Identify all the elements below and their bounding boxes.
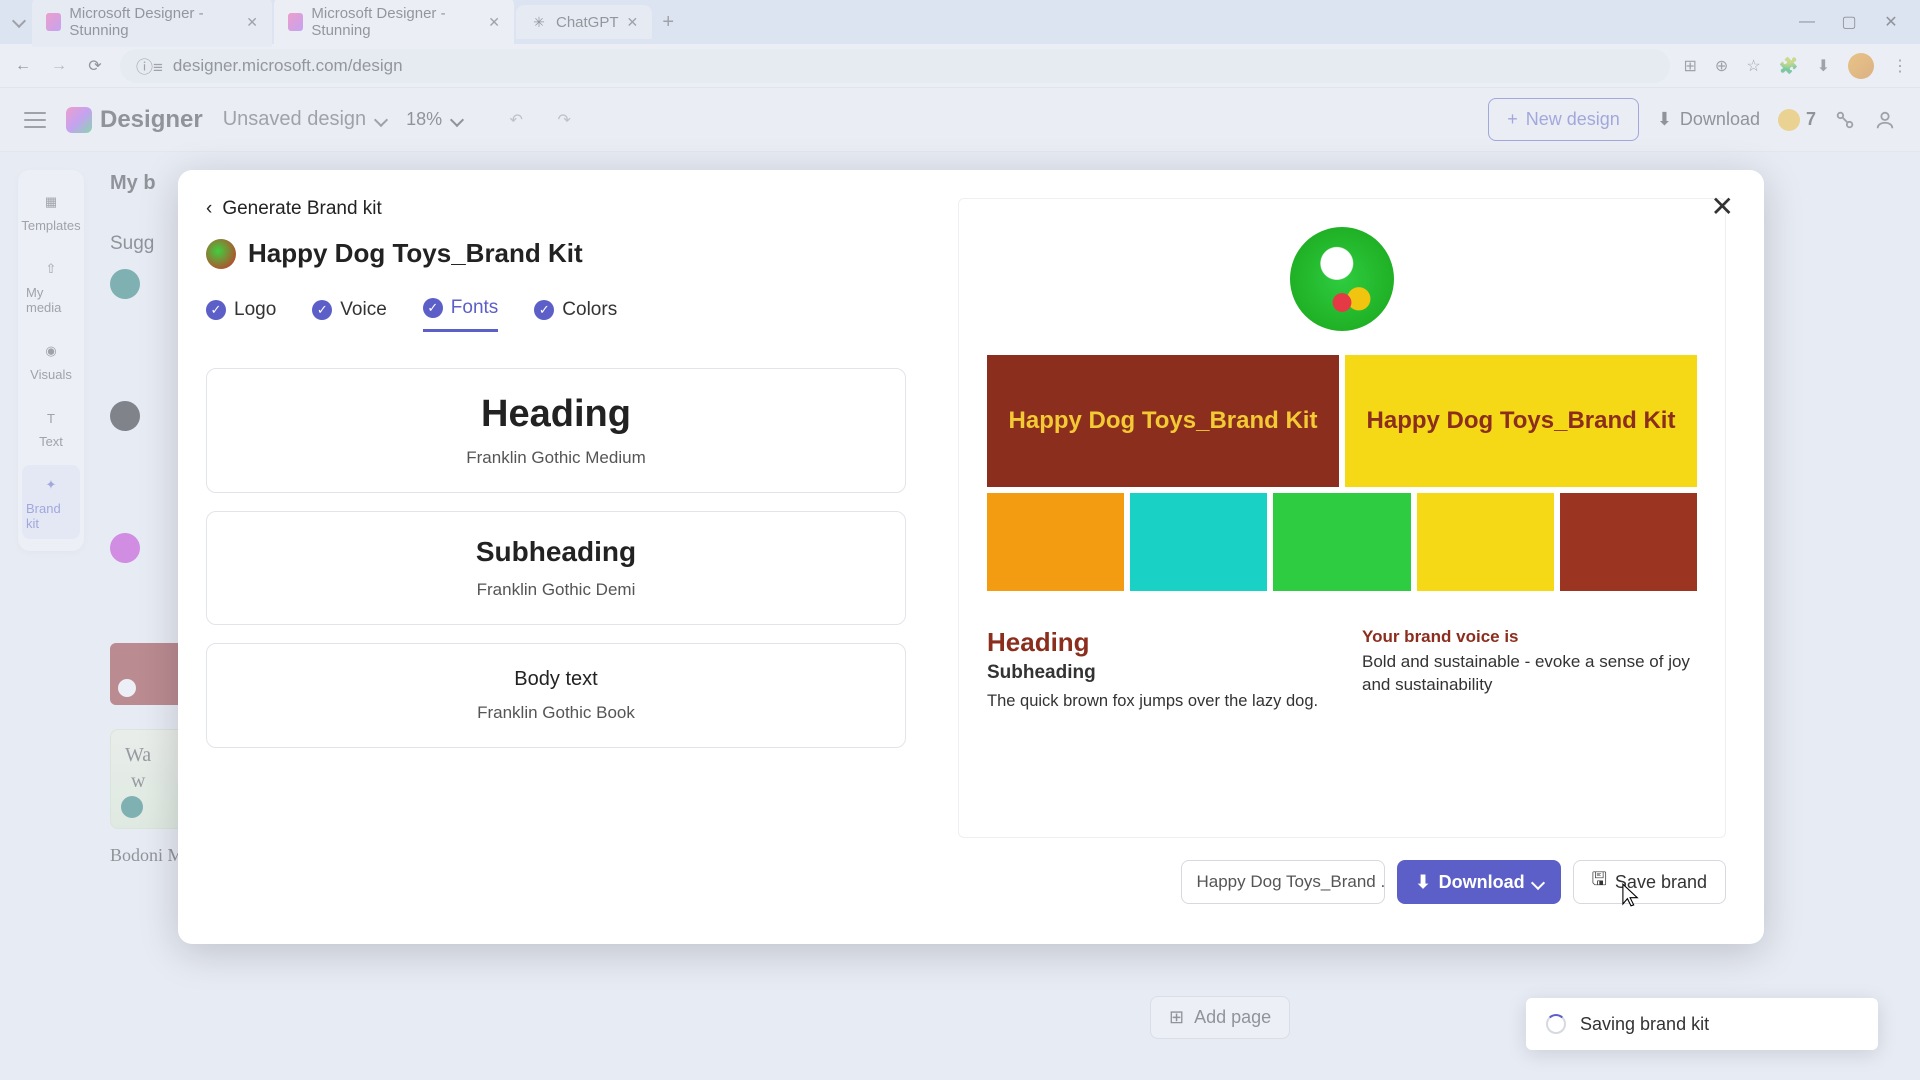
save-brand-button[interactable]: 🖫 Save brand: [1573, 860, 1726, 904]
font-name: Franklin Gothic Book: [231, 703, 881, 723]
font-card-body[interactable]: Body text Franklin Gothic Book: [206, 643, 906, 748]
download-icon: ⬇: [1415, 872, 1430, 893]
palette-swatch: [1130, 493, 1267, 591]
modal-right-panel: ✕ Happy Dog Toys_Brand Kit Happy Dog Toy…: [948, 170, 1764, 944]
back-label: Generate Brand kit: [222, 198, 381, 220]
tab-fonts[interactable]: ✓ Fonts: [423, 297, 499, 332]
hero-block-yellow: Happy Dog Toys_Brand Kit: [1345, 355, 1697, 487]
tab-colors[interactable]: ✓ Colors: [534, 297, 617, 332]
check-icon: ✓: [534, 300, 554, 320]
specimen-body: The quick brown fox jumps over the lazy …: [987, 690, 1322, 712]
font-card-subheading[interactable]: Subheading Franklin Gothic Demi: [206, 511, 906, 625]
color-palette: [987, 493, 1697, 591]
font-card-heading[interactable]: Heading Franklin Gothic Medium: [206, 368, 906, 493]
font-name: Franklin Gothic Demi: [231, 580, 881, 600]
tab-label: Logo: [234, 299, 276, 321]
brand-name-input[interactable]: Happy Dog Toys_Brand ...: [1181, 860, 1385, 904]
toast-text: Saving brand kit: [1580, 1014, 1709, 1035]
font-sample: Body text: [231, 668, 881, 691]
brand-name-value: Happy Dog Toys_Brand ...: [1196, 872, 1385, 892]
palette-swatch: [1417, 493, 1554, 591]
download-button[interactable]: ⬇ Download: [1397, 860, 1560, 904]
font-sample: Heading: [231, 393, 881, 436]
palette-swatch: [987, 493, 1124, 591]
modal-left-panel: ‹ Generate Brand kit Happy Dog Toys_Bran…: [178, 170, 948, 944]
tab-logo[interactable]: ✓ Logo: [206, 297, 276, 332]
cursor-icon: [1622, 883, 1640, 907]
hero-block-maroon: Happy Dog Toys_Brand Kit: [987, 355, 1339, 487]
check-icon: ✓: [206, 300, 226, 320]
modal-action-row: Happy Dog Toys_Brand ... ⬇ Download 🖫 Sa…: [958, 860, 1726, 904]
brand-logo-small-icon: [206, 239, 236, 269]
voice-specimen: Your brand voice is Bold and sustainable…: [1362, 627, 1697, 712]
palette-swatch: [1273, 493, 1410, 591]
brand-logo-preview-icon: [1290, 227, 1394, 331]
type-specimen: Heading Subheading The quick brown fox j…: [987, 627, 1322, 712]
save-icon: 🖫: [1592, 867, 1607, 897]
brand-preview: Happy Dog Toys_Brand Kit Happy Dog Toys_…: [958, 198, 1726, 838]
specimen-subheading: Subheading: [987, 662, 1322, 684]
saving-toast: Saving brand kit: [1526, 998, 1878, 1050]
specimen-heading: Heading: [987, 627, 1322, 658]
check-icon: ✓: [423, 298, 443, 318]
close-modal-button[interactable]: ✕: [1711, 190, 1734, 223]
download-label: Download: [1439, 872, 1525, 893]
back-button[interactable]: ‹ Generate Brand kit: [206, 198, 906, 220]
palette-swatch: [1560, 493, 1697, 591]
chevron-left-icon: ‹: [206, 198, 212, 220]
voice-title: Your brand voice is: [1362, 627, 1697, 647]
voice-description: Bold and sustainable - evoke a sense of …: [1362, 651, 1697, 697]
tab-label: Fonts: [451, 297, 499, 319]
font-sample: Subheading: [231, 536, 881, 568]
brand-kit-title: Happy Dog Toys_Brand Kit: [248, 238, 583, 269]
tab-voice[interactable]: ✓ Voice: [312, 297, 386, 332]
tab-label: Colors: [562, 299, 617, 321]
hero-text: Happy Dog Toys_Brand Kit: [1367, 407, 1676, 435]
brand-kit-modal: ‹ Generate Brand kit Happy Dog Toys_Bran…: [178, 170, 1764, 944]
hero-text: Happy Dog Toys_Brand Kit: [1009, 407, 1318, 435]
font-name: Franklin Gothic Medium: [231, 448, 881, 468]
tab-label: Voice: [340, 299, 386, 321]
check-icon: ✓: [312, 300, 332, 320]
brand-kit-tabs: ✓ Logo ✓ Voice ✓ Fonts ✓ Colors: [206, 297, 906, 332]
chevron-down-icon: [1533, 872, 1543, 893]
spinner-icon: [1546, 1014, 1566, 1034]
